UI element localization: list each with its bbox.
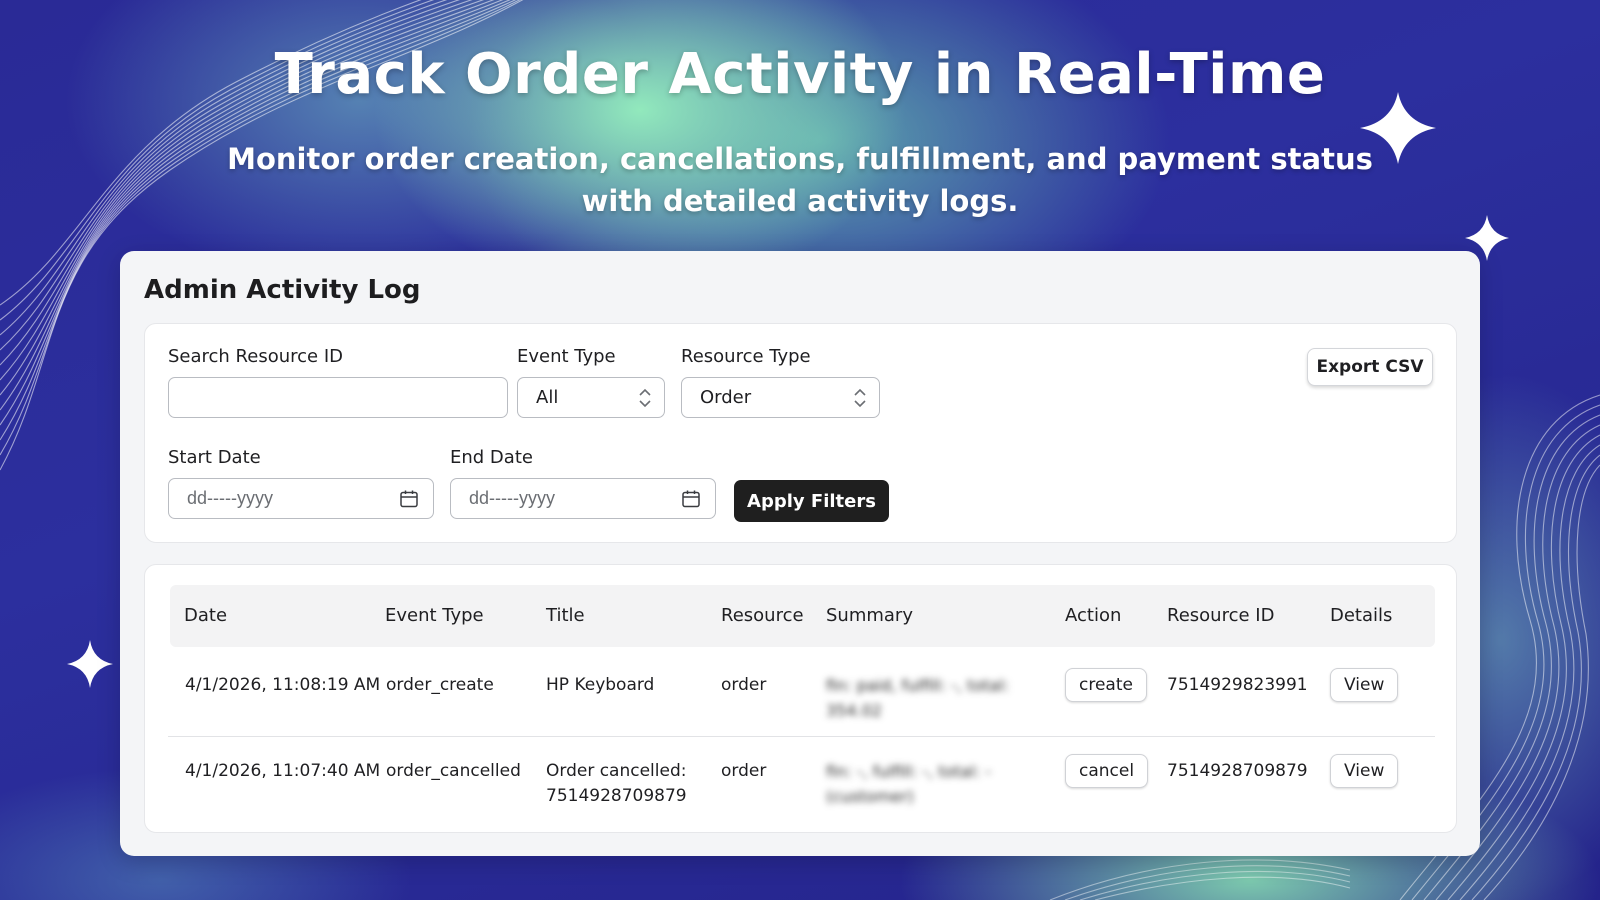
event-type-label: Event Type	[517, 346, 616, 367]
table-header: Date Event Type Title Resource Summary A…	[170, 585, 1435, 647]
view-details-button[interactable]: View	[1330, 668, 1399, 702]
table-row: 4/1/2026, 11:08:19 AM order_create HP Ke…	[168, 647, 1435, 737]
table-row: 4/1/2026, 11:07:40 AM order_cancelled Or…	[168, 737, 1435, 832]
cell-resource: order	[721, 761, 767, 781]
cell-title: HP Keyboard	[546, 673, 654, 698]
column-header-summary: Summary	[826, 605, 913, 626]
filter-card: Search Resource ID Event Type All Resour…	[144, 323, 1457, 543]
search-resource-id-input[interactable]	[168, 377, 508, 418]
cell-title: Order cancelled: 7514928709879	[546, 759, 687, 809]
column-header-event-type: Event Type	[385, 605, 484, 626]
cell-summary: fin: -, fulfill: -, total: - (customer)	[826, 759, 1036, 809]
action-badge-create[interactable]: create	[1065, 668, 1147, 702]
activity-table: Date Event Type Title Resource Summary A…	[144, 564, 1457, 833]
hero-subtitle: Monitor order creation, cancellations, f…	[200, 138, 1400, 222]
calendar-icon[interactable]	[681, 489, 701, 509]
end-date-input[interactable]: dd-----yyyy	[450, 478, 716, 519]
column-header-details: Details	[1330, 605, 1393, 626]
cell-resource: order	[721, 675, 767, 695]
cell-summary-line-1: fin: paid, fulfill: -, total:	[826, 676, 1010, 695]
column-header-date: Date	[184, 605, 228, 626]
resource-type-select[interactable]: Order	[681, 377, 880, 418]
calendar-icon[interactable]	[399, 489, 419, 509]
chevron-updown-icon	[854, 388, 866, 408]
hero-title: Track Order Activity in Real-Time	[274, 42, 1326, 107]
end-date-label: End Date	[450, 447, 533, 468]
hero-subtitle-line-2: with detailed activity logs.	[581, 184, 1019, 218]
cell-event-type: order_cancelled	[386, 761, 521, 781]
cell-title-line-1: HP Keyboard	[546, 675, 655, 695]
sparkle-icon	[67, 640, 113, 688]
event-type-select[interactable]: All	[517, 377, 665, 418]
cell-summary-line-2: 354.02	[826, 701, 882, 720]
panel-title: Admin Activity Log	[144, 275, 421, 305]
cell-resource-id: 7514929823991	[1167, 675, 1308, 695]
start-date-input[interactable]: dd-----yyyy	[168, 478, 434, 519]
start-date-placeholder: dd-----yyyy	[187, 488, 273, 508]
cell-resource-id: 7514928709879	[1167, 761, 1308, 781]
export-csv-button[interactable]: Export CSV	[1307, 348, 1433, 386]
action-badge-cancel[interactable]: cancel	[1065, 754, 1149, 788]
cell-title-line-2: 7514928709879	[546, 786, 687, 806]
column-header-action: Action	[1065, 605, 1122, 626]
apply-filters-button[interactable]: Apply Filters	[734, 480, 889, 522]
cell-title-line-1: Order cancelled:	[546, 761, 687, 781]
column-header-resource: Resource	[721, 605, 804, 626]
cell-date: 4/1/2026, 11:08:19 AM	[185, 675, 381, 695]
event-type-selected-value: All	[536, 387, 559, 408]
admin-activity-log-panel: Admin Activity Log Search Resource ID Ev…	[120, 251, 1480, 856]
hero-subtitle-line-1: Monitor order creation, cancellations, f…	[227, 142, 1373, 176]
view-details-button[interactable]: View	[1330, 754, 1399, 788]
cell-summary: fin: paid, fulfill: -, total: 354.02	[826, 673, 1036, 723]
column-header-title: Title	[546, 605, 585, 626]
cell-summary-line-2: (customer)	[826, 787, 914, 806]
resource-type-label: Resource Type	[681, 346, 811, 367]
cell-event-type: order_create	[386, 675, 494, 695]
resource-type-selected-value: Order	[700, 387, 752, 408]
end-date-placeholder: dd-----yyyy	[469, 488, 555, 508]
cell-summary-line-1: fin: -, fulfill: -, total: -	[826, 762, 992, 781]
column-header-resource-id: Resource ID	[1167, 605, 1275, 626]
search-resource-id-label: Search Resource ID	[168, 346, 343, 367]
start-date-label: Start Date	[168, 447, 261, 468]
cell-date: 4/1/2026, 11:07:40 AM	[185, 761, 381, 781]
chevron-updown-icon	[639, 388, 651, 408]
